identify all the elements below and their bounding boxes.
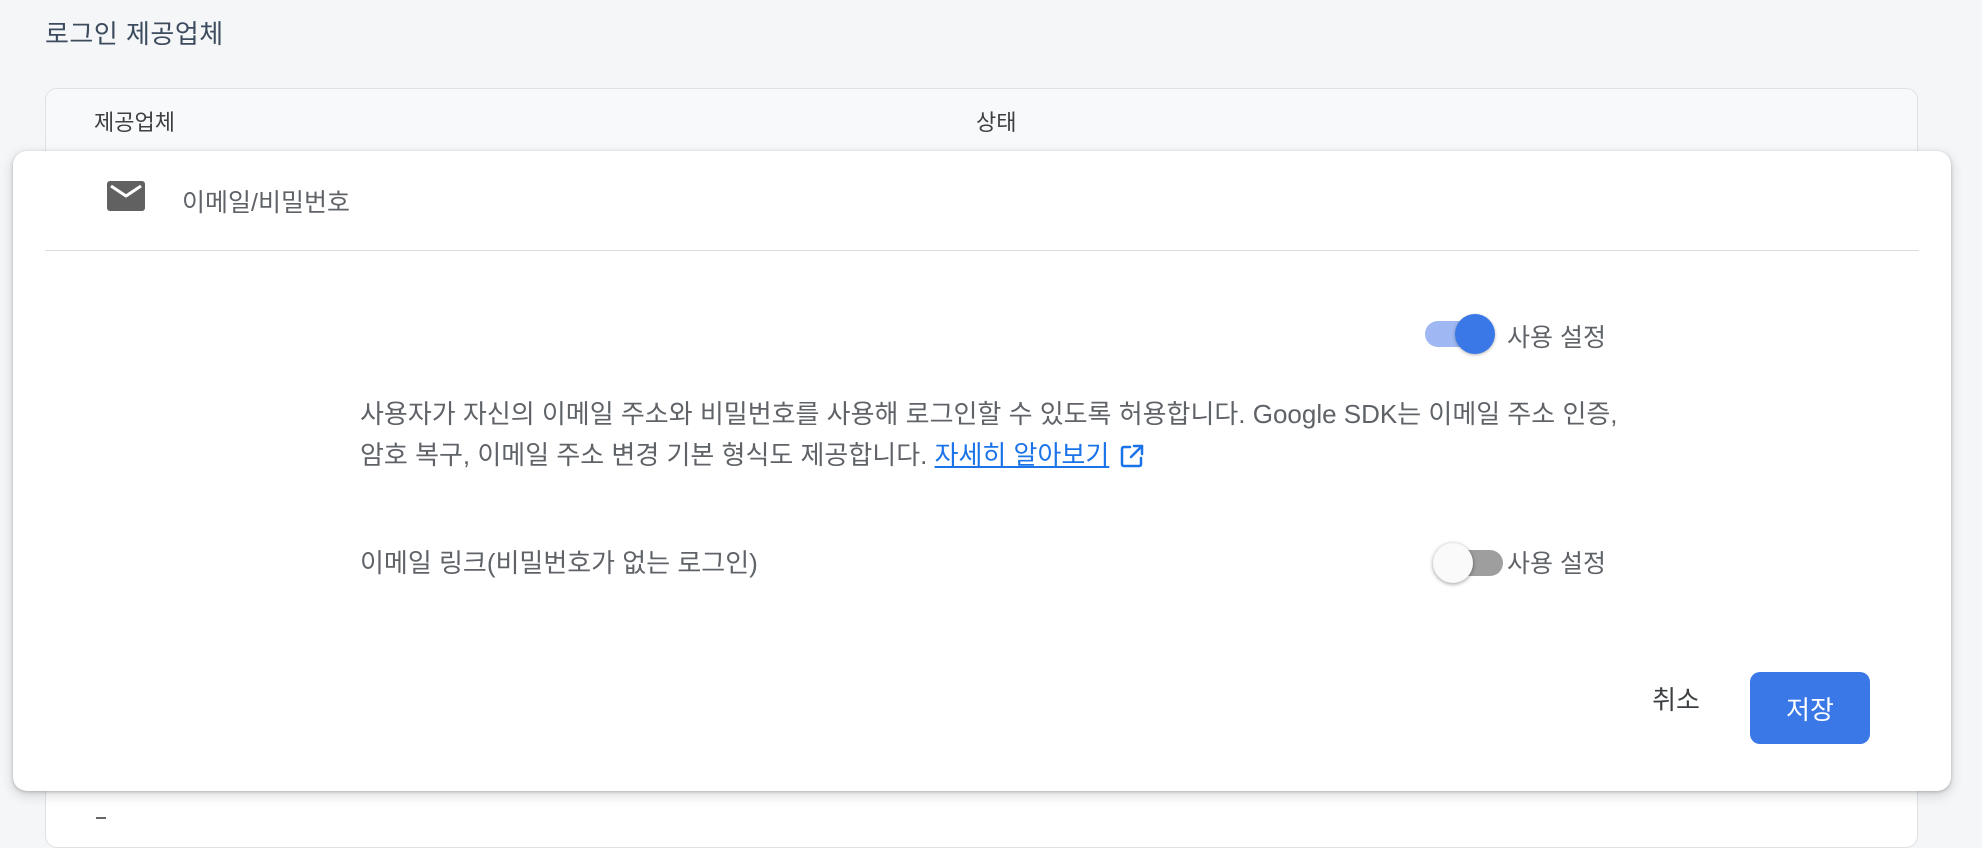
- enable-email-password-toggle[interactable]: [1423, 311, 1495, 354]
- external-link-icon[interactable]: [1119, 443, 1145, 469]
- column-header-status: 상태: [976, 110, 1017, 135]
- toggle-knob: [1455, 314, 1495, 354]
- provider-description: 사용자가 자신의 이메일 주소와 비밀번호를 사용해 로그인할 수 있도록 허용…: [360, 394, 1620, 476]
- panel-header: 이메일/비밀번호: [45, 151, 1919, 251]
- next-row-stub: [96, 817, 106, 819]
- toggle-knob: [1433, 543, 1473, 583]
- column-header-provider: 제공업체: [94, 110, 175, 135]
- email-link-label: 이메일 링크(비밀번호가 없는 로그인): [360, 548, 758, 578]
- email-password-provider-panel: 이메일/비밀번호 사용 설정 사용자가 자신의 이메일 주소와 비밀번호를 사용…: [13, 151, 1951, 791]
- save-button[interactable]: 저장: [1750, 672, 1870, 744]
- table-header: 제공업체 상태: [46, 89, 1917, 153]
- enable-toggle-label: 사용 설정: [1507, 324, 1606, 352]
- cancel-button[interactable]: 취소: [1631, 673, 1721, 723]
- learn-more-label: 자세히 알아보기: [934, 440, 1110, 470]
- provider-name: 이메일/비밀번호: [182, 189, 350, 217]
- learn-more-link[interactable]: 자세히 알아보기: [935, 440, 1110, 470]
- mail-icon: [107, 181, 145, 211]
- section-title: 로그인 제공업체: [45, 19, 224, 49]
- email-link-toggle[interactable]: [1433, 540, 1505, 583]
- email-link-toggle-label: 사용 설정: [1507, 550, 1606, 578]
